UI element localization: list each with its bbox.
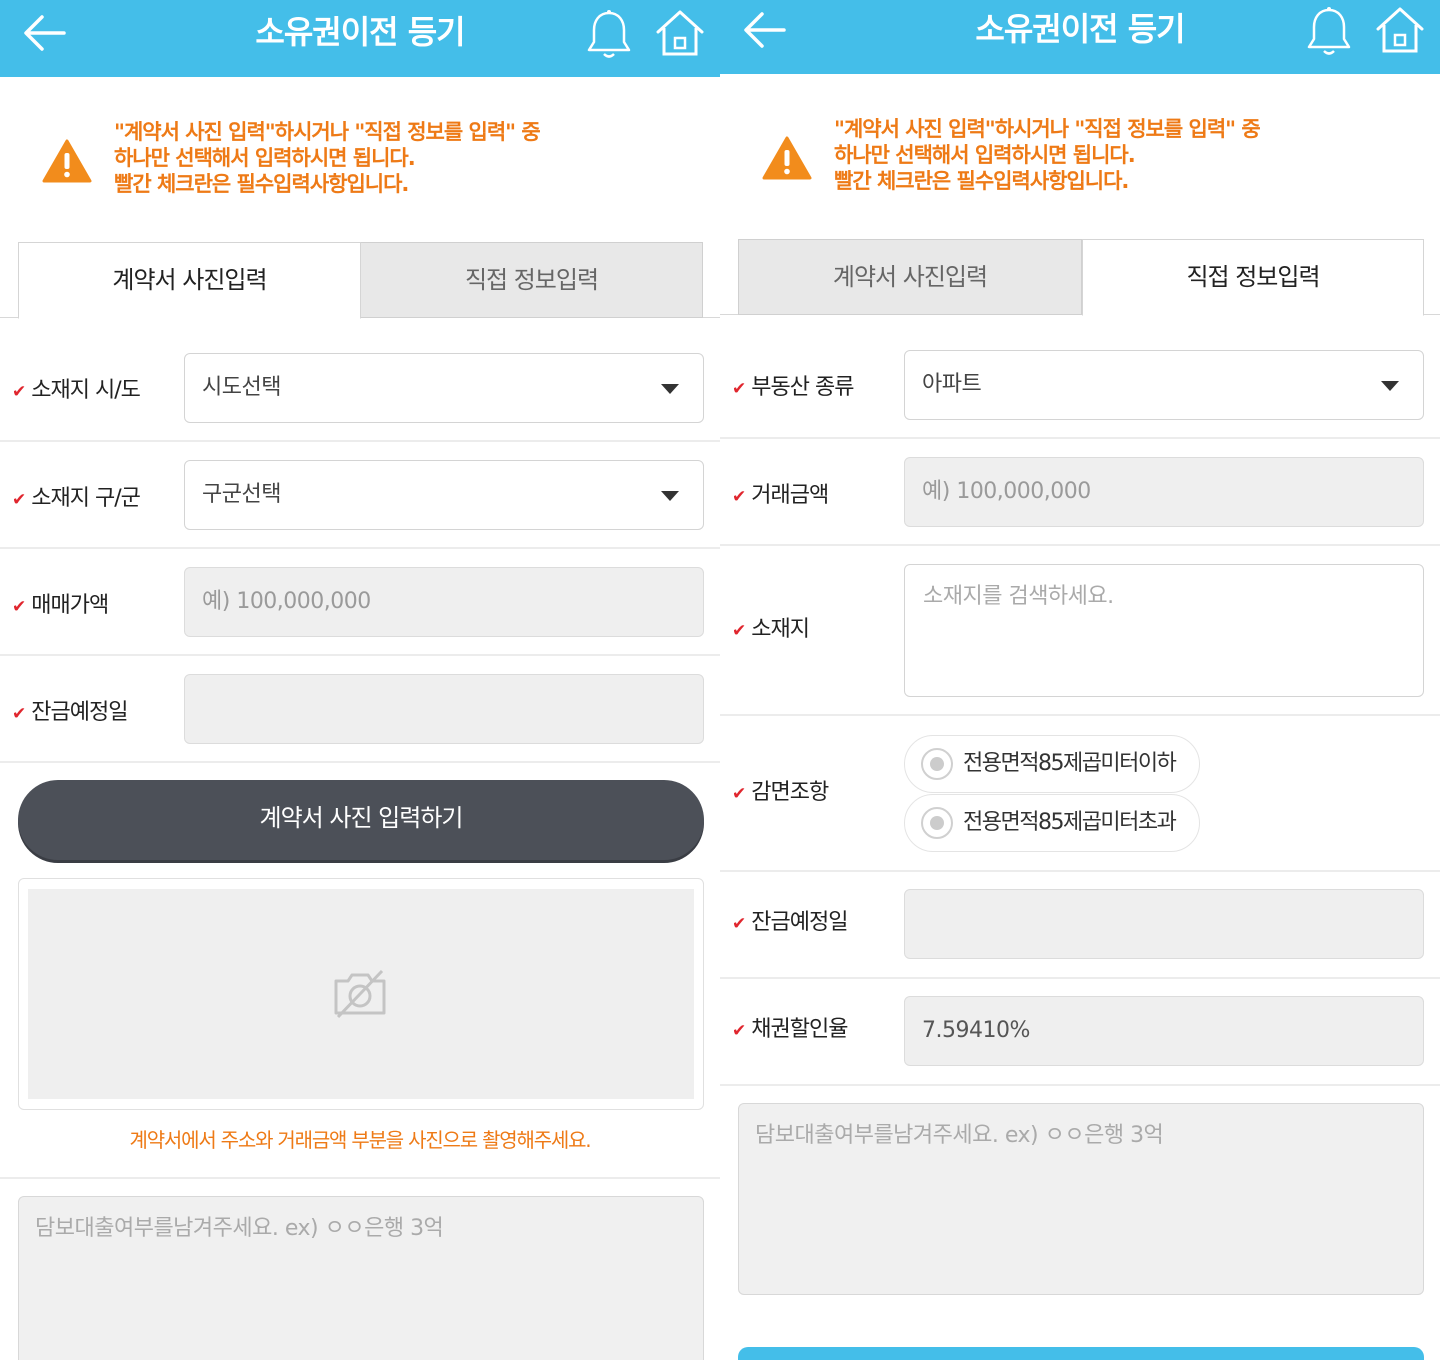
notice-line-3: 빨간 체크란은 필수입력사항입니다. — [834, 169, 1129, 193]
balance-date-row: ✔ 잔금예정일 — [720, 872, 1440, 979]
required-check-icon: ✔ — [12, 597, 26, 617]
required-check-icon: ✔ — [732, 487, 746, 507]
contract-photo-button[interactable]: 계약서 사진 입력하기 — [18, 780, 704, 860]
reduction-label: 감면조항 — [751, 780, 829, 805]
bell-icon[interactable] — [1306, 5, 1352, 57]
price-input[interactable]: 예) 100,000,000 — [184, 567, 704, 637]
warning-icon — [42, 139, 92, 183]
warning-icon — [762, 136, 812, 180]
left-screen: 소유권이전 등기 "계약서 사진 입력"하시거나 "직접 정보를 입력" 중 하… — [0, 0, 720, 1360]
notice-line-3: 빨간 체크란은 필수입력사항입니다. — [114, 172, 409, 196]
dropdown-arrow-icon — [661, 491, 679, 501]
home-icon[interactable] — [654, 8, 706, 58]
gugun-row: ✔ 소재지 구/군 구군선택 — [0, 442, 720, 549]
memo-textarea[interactable]: 담보대출여부를남겨주세요. ex) ㅇㅇ은행 3억 — [18, 1196, 704, 1360]
app-header: 소유권이전 등기 — [0, 0, 720, 77]
gugun-label: 소재지 구/군 — [31, 486, 141, 511]
sido-select[interactable]: 시도선택 — [184, 353, 704, 423]
no-camera-icon — [334, 969, 386, 1019]
notice-line-2: 하나만 선택해서 입력하시면 됩니다. — [114, 146, 416, 170]
required-check-icon: ✔ — [12, 382, 26, 402]
required-check-icon: ✔ — [732, 621, 746, 641]
balance-date-label: 잔금예정일 — [751, 910, 848, 935]
balance-date-row: ✔ 잔금예정일 — [0, 656, 720, 763]
amount-label: 거래금액 — [751, 483, 829, 508]
required-check-icon: ✔ — [12, 704, 26, 724]
radio-icon — [921, 807, 953, 839]
divider — [0, 1177, 720, 1179]
address-row: ✔ 소재지 소재지를 검색하세요. — [720, 546, 1440, 716]
right-screen: 소유권이전 등기 "계약서 사진 입력"하시거나 "직접 정보를 입력" 중 하… — [720, 0, 1440, 1360]
input-mode-tabs: 계약서 사진입력 직접 정보입력 — [0, 242, 720, 319]
balance-date-input[interactable] — [904, 889, 1424, 959]
memo-textarea[interactable]: 담보대출여부를남겨주세요. ex) ㅇㅇ은행 3억 — [738, 1103, 1424, 1295]
required-check-icon: ✔ — [12, 490, 26, 510]
photo-preview[interactable] — [18, 878, 704, 1110]
notice-box: "계약서 사진 입력"하시거나 "직접 정보를 입력" 중 하나만 선택해서 입… — [0, 77, 720, 242]
amount-row: ✔ 거래금액 예) 100,000,000 — [720, 439, 1440, 546]
radio-icon — [921, 748, 953, 780]
bell-icon[interactable] — [586, 8, 632, 60]
sido-label: 소재지 시/도 — [31, 378, 141, 403]
bond-discount-row: ✔ 채권할인율 7.59410% — [720, 979, 1440, 1086]
required-check-icon: ✔ — [732, 1021, 746, 1041]
amount-input[interactable]: 예) 100,000,000 — [904, 457, 1424, 527]
notice-line-2: 하나만 선택해서 입력하시면 됩니다. — [834, 143, 1136, 167]
address-label: 소재지 — [751, 617, 810, 642]
required-check-icon: ✔ — [732, 914, 746, 934]
property-type-row: ✔ 부동산 종류 아파트 — [720, 331, 1440, 439]
dropdown-arrow-icon — [1381, 381, 1399, 391]
notice-line-1: "계약서 사진 입력"하시거나 "직접 정보를 입력" 중 — [834, 117, 1261, 141]
tab-contract-photo[interactable]: 계약서 사진입력 — [18, 242, 361, 319]
input-mode-tabs: 계약서 사진입력 직접 정보입력 — [720, 239, 1440, 316]
submit-button[interactable] — [738, 1347, 1424, 1360]
photo-hint: 계약서에서 주소와 거래금액 부분을 사진으로 촬영해주세요. — [129, 1128, 592, 1152]
address-search-textarea[interactable]: 소재지를 검색하세요. — [904, 564, 1424, 697]
notice-box: "계약서 사진 입력"하시거나 "직접 정보를 입력" 중 하나만 선택해서 입… — [720, 74, 1440, 239]
balance-date-input[interactable] — [184, 674, 704, 744]
bond-discount-input[interactable]: 7.59410% — [904, 996, 1424, 1066]
bond-discount-label: 채권할인율 — [751, 1017, 848, 1042]
tab-direct-input[interactable]: 직접 정보입력 — [1082, 239, 1424, 316]
tab-contract-photo[interactable]: 계약서 사진입력 — [738, 239, 1082, 315]
price-label: 매매가액 — [31, 593, 109, 618]
property-type-select[interactable]: 아파트 — [904, 350, 1424, 420]
app-header: 소유권이전 등기 — [720, 0, 1440, 74]
sido-row: ✔ 소재지 시/도 시도선택 — [0, 334, 720, 442]
property-type-label: 부동산 종류 — [751, 375, 854, 400]
balance-date-label: 잔금예정일 — [31, 700, 128, 725]
required-check-icon: ✔ — [732, 784, 746, 804]
reduction-radio-over-85[interactable]: 전용면적85제곱미터초과 — [904, 794, 1200, 852]
reduction-radio-under-85[interactable]: 전용면적85제곱미터이하 — [904, 735, 1200, 793]
required-check-icon: ✔ — [732, 379, 746, 399]
dropdown-arrow-icon — [661, 384, 679, 394]
tab-direct-input[interactable]: 직접 정보입력 — [360, 242, 703, 318]
gugun-select[interactable]: 구군선택 — [184, 460, 704, 530]
home-icon[interactable] — [1374, 5, 1426, 55]
notice-line-1: "계약서 사진 입력"하시거나 "직접 정보를 입력" 중 — [114, 120, 541, 144]
price-row: ✔ 매매가액 예) 100,000,000 — [0, 549, 720, 656]
